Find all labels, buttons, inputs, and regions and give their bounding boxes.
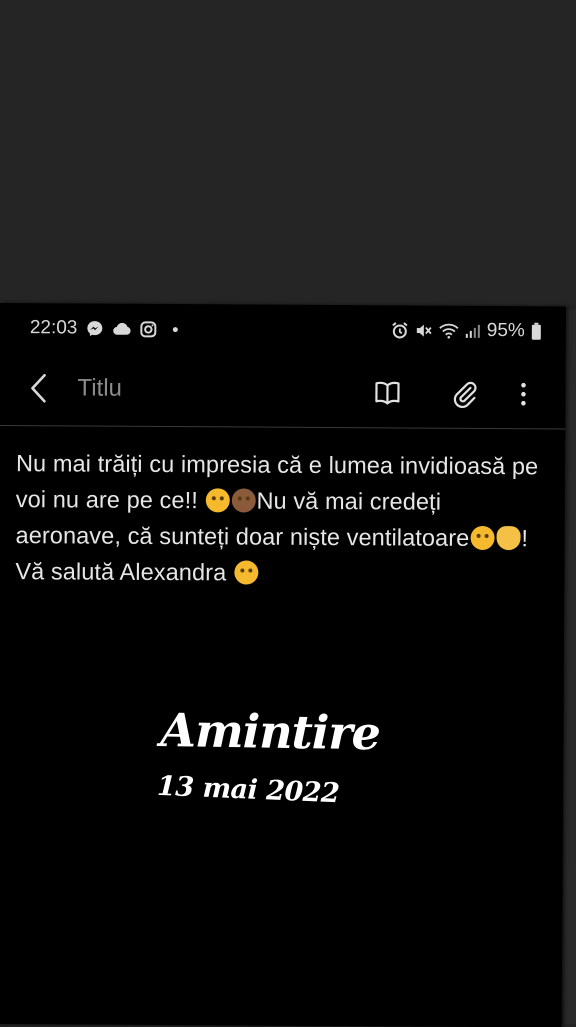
notification-dot — [172, 326, 178, 332]
book-icon[interactable] — [371, 377, 403, 409]
back-chevron-icon[interactable] — [27, 371, 51, 405]
signal-icon — [465, 323, 481, 339]
status-time: 22:03 — [29, 317, 78, 339]
cloud-icon — [111, 321, 131, 337]
overlay-date: 13 mai 2022 — [156, 770, 340, 810]
instagram-icon — [139, 320, 156, 337]
rolling-laughing-emoji-2 — [470, 525, 495, 551]
ok-hand-emoji — [496, 526, 521, 551]
top-background — [0, 0, 576, 305]
status-bar: 22:03 95% — [30, 317, 542, 344]
see-no-evil-monkey-emoji — [231, 488, 256, 513]
note-toolbar — [0, 354, 566, 430]
messenger-icon — [85, 320, 103, 338]
kiss-emoji — [233, 560, 258, 585]
paperclip-icon[interactable] — [448, 378, 480, 410]
note-content[interactable]: Nu mai trăiți cu impresia că e lumea inv… — [15, 445, 546, 592]
right-edge-background — [564, 310, 576, 1024]
more-vert-icon[interactable] — [507, 378, 539, 410]
battery-percent: 95% — [486, 319, 525, 342]
wifi-icon — [439, 323, 459, 339]
rolling-laughing-emoji — [205, 488, 230, 513]
phone-screen: 22:03 95% Titlu Nu mai trăiți cu impresi… — [0, 303, 566, 1027]
mute-icon — [415, 322, 433, 340]
status-left: 22:03 — [30, 317, 178, 340]
status-right: 95% — [391, 319, 542, 342]
battery-icon — [531, 322, 542, 340]
alarm-icon — [391, 321, 409, 339]
title-input[interactable] — [77, 374, 338, 405]
overlay-title: Amintire — [159, 703, 381, 761]
